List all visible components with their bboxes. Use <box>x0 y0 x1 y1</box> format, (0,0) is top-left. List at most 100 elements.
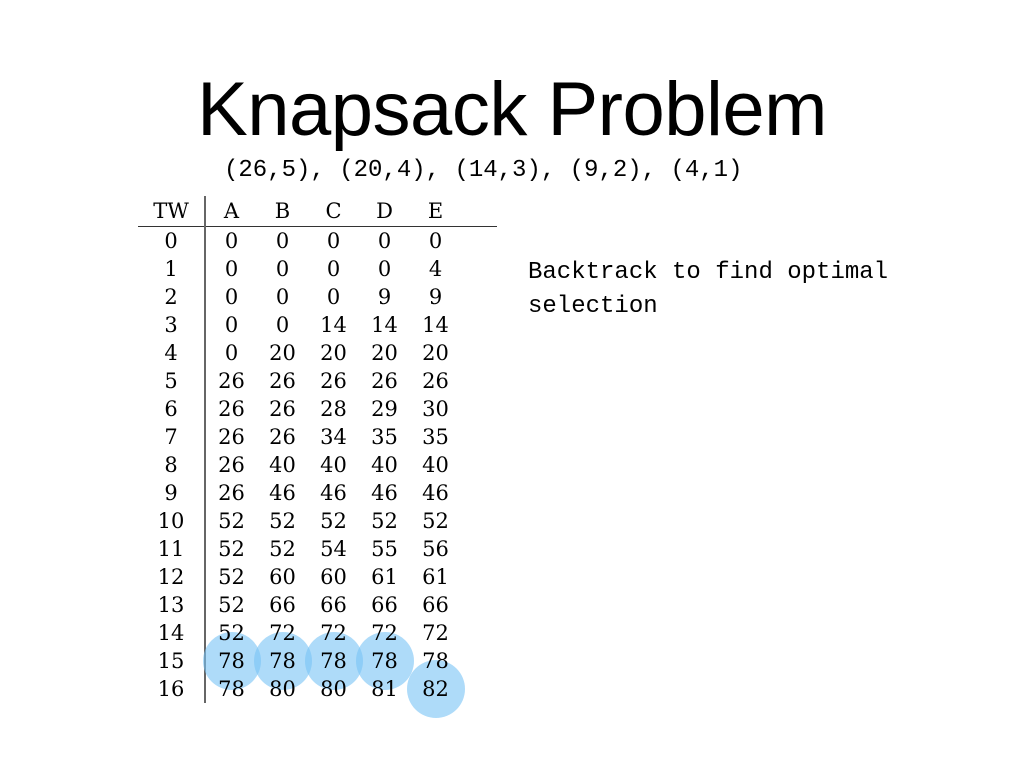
cell-value: 35 <box>422 425 449 449</box>
row-spacer <box>461 507 497 535</box>
row-spacer <box>461 283 497 311</box>
cell-value: 26 <box>218 425 245 449</box>
backtrack-note: Backtrack to find optimal selection <box>528 259 889 320</box>
cell-value: 46 <box>422 481 449 505</box>
row-spacer <box>461 619 497 647</box>
table-cell: 20 <box>257 339 308 367</box>
table-row: 11 52 52 54 55 56 <box>138 535 497 563</box>
cell-value: 66 <box>371 593 398 617</box>
table-cell: 0 <box>308 255 359 283</box>
cell-value: 0 <box>224 229 239 253</box>
table-row: 6 26 26 28 29 30 <box>138 395 497 423</box>
row-spacer <box>461 339 497 367</box>
cell-value: 52 <box>218 565 245 589</box>
table-cell: 55 <box>359 535 410 563</box>
table-cell: 0 <box>205 339 257 367</box>
cell-value: 78 <box>422 649 449 673</box>
cell-value: 35 <box>371 425 398 449</box>
cell-value: 26 <box>218 369 245 393</box>
row-weight-label: 0 <box>138 226 206 255</box>
cell-value: 78 <box>218 677 245 701</box>
table-cell: 0 <box>359 255 410 283</box>
row-spacer <box>461 535 497 563</box>
table-cell: 9 <box>359 283 410 311</box>
cell-value: 14 <box>422 313 449 337</box>
table-cell: 26 <box>205 395 257 423</box>
header-e: E <box>427 199 444 223</box>
row-weight-label: 5 <box>138 367 206 395</box>
table-row: 4 0 20 20 20 20 <box>138 339 497 367</box>
row-spacer <box>461 367 497 395</box>
table-cell: 52 <box>359 507 410 535</box>
row-weight-label: 10 <box>138 507 206 535</box>
row-weight-label: 7 <box>138 423 206 451</box>
cell-value: 66 <box>320 593 347 617</box>
cell-value: 55 <box>371 537 398 561</box>
header-tw: TW <box>138 196 206 227</box>
cell-value: 61 <box>422 565 449 589</box>
table-cell: 81 <box>359 675 410 703</box>
table-cell: 26 <box>205 451 257 479</box>
header-b: B <box>274 199 291 223</box>
table-row: 12 52 60 60 61 61 <box>138 563 497 591</box>
cell-value: 29 <box>371 397 398 421</box>
cell-value: 26 <box>218 453 245 477</box>
cell-value: 20 <box>320 341 347 365</box>
table-cell: 40 <box>410 451 461 479</box>
table-cell: 35 <box>410 423 461 451</box>
row-spacer <box>461 451 497 479</box>
table-cell: 46 <box>359 479 410 507</box>
table-cell: 78 <box>355 632 414 690</box>
table-cell: 52 <box>257 507 308 535</box>
row-spacer <box>461 563 497 591</box>
cell-value: 72 <box>320 621 347 645</box>
row-weight-label: 13 <box>138 591 206 619</box>
items-list: (26,5), (20,4), (14,3), (9,2), (4,1) <box>224 157 743 184</box>
cell-value: 0 <box>377 257 392 281</box>
table-cell: 14 <box>308 311 359 339</box>
cell-value: 14 <box>320 313 347 337</box>
cell-value: 78 <box>320 649 347 673</box>
cell-value: 40 <box>371 453 398 477</box>
row-weight-label: 9 <box>138 479 206 507</box>
table-cell: 0 <box>257 283 308 311</box>
cell-value: 60 <box>269 565 296 589</box>
table-cell: 26 <box>205 423 257 451</box>
row-spacer <box>461 479 497 507</box>
cell-value: 81 <box>371 677 398 701</box>
table-cell: 28 <box>308 395 359 423</box>
table-cell: 52 <box>205 563 257 591</box>
table-cell: 66 <box>257 591 308 619</box>
cell-value: 0 <box>275 257 290 281</box>
cell-value: 26 <box>269 369 296 393</box>
cell-value: 80 <box>269 677 296 701</box>
row-weight-label: 1 <box>138 255 206 283</box>
table-row: 000000 <box>138 226 497 255</box>
cell-value: 46 <box>269 481 296 505</box>
table-cell: 40 <box>257 451 308 479</box>
table-row: 16 78 80 80 81 82 <box>138 660 497 718</box>
table-cell: 29 <box>359 395 410 423</box>
cell-value: 52 <box>269 537 296 561</box>
cell-value: 0 <box>377 229 392 253</box>
cell-value: 0 <box>326 229 341 253</box>
table-cell: 26 <box>308 367 359 395</box>
table-cell: 40 <box>308 451 359 479</box>
table-cell: 0 <box>308 283 359 311</box>
cell-value: 26 <box>320 369 347 393</box>
table-cell: 66 <box>410 591 461 619</box>
cell-value: 40 <box>422 453 449 477</box>
table-cell: 14 <box>410 311 461 339</box>
cell-value: 46 <box>320 481 347 505</box>
table-cell: 52 <box>308 507 359 535</box>
cell-value: 78 <box>269 649 296 673</box>
table-cell: 52 <box>205 507 257 535</box>
cell-value: 66 <box>422 593 449 617</box>
cell-value: 0 <box>224 313 239 337</box>
row-spacer <box>461 395 497 423</box>
table-cell: 52 <box>205 535 257 563</box>
cell-value: 52 <box>218 621 245 645</box>
cell-value: 4 <box>428 257 443 281</box>
table-row: 9 26 46 46 46 46 <box>138 479 497 507</box>
table-cell: 0 <box>257 255 308 283</box>
